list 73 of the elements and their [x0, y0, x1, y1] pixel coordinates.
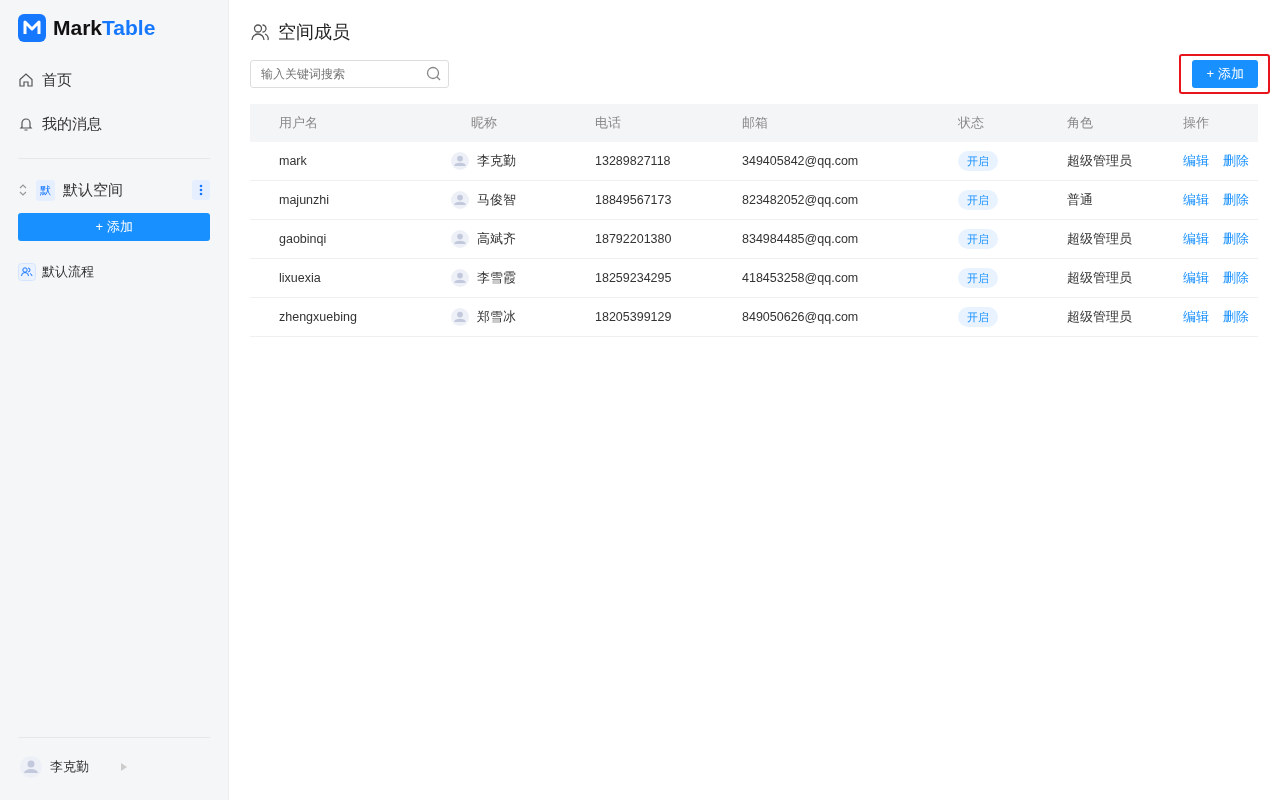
action-link[interactable]: 删除 — [1223, 152, 1249, 170]
users-icon — [250, 22, 270, 42]
table-cell: 超级管理员 — [1066, 258, 1182, 298]
column-header: 邮箱 — [741, 104, 957, 142]
action-link[interactable]: 删除 — [1223, 308, 1249, 326]
users-icon — [18, 263, 36, 281]
avatar-icon — [451, 308, 469, 326]
table-cell: 849050626@qq.com — [741, 297, 957, 337]
add-button[interactable]: + 添加 — [1192, 60, 1258, 88]
avatar-icon — [451, 191, 469, 209]
space-badge: 默 — [36, 179, 55, 201]
status-tag: 开启 — [958, 267, 998, 288]
action-link[interactable]: 编辑 — [1183, 269, 1209, 287]
status-tag: 开启 — [958, 189, 998, 210]
table-cell: 18205399129 — [594, 297, 741, 337]
table-cell: mark — [250, 142, 422, 181]
user-name[interactable]: 李克勤 — [50, 758, 89, 776]
table-cell: majunzhi — [250, 180, 422, 220]
expand-icon[interactable] — [18, 183, 28, 197]
table-cell: zhengxuebing — [250, 297, 422, 337]
avatar-icon — [20, 756, 42, 778]
space-name[interactable]: 默认空间 — [63, 180, 184, 200]
add-button[interactable]: + 添加 — [18, 213, 210, 241]
table-cell: 高斌齐 — [477, 230, 516, 248]
action-link[interactable]: 编辑 — [1183, 308, 1209, 326]
table-cell: 349405842@qq.com — [741, 142, 957, 181]
action-link[interactable]: 编辑 — [1183, 152, 1209, 170]
avatar-icon — [451, 230, 469, 248]
table-cell: 823482052@qq.com — [741, 180, 957, 220]
table-cell: 18259234295 — [594, 258, 741, 298]
avatar-icon — [451, 269, 469, 287]
column-header: 操作 — [1182, 104, 1258, 142]
table-cell: 18849567173 — [594, 180, 741, 220]
table-cell: 普通 — [1066, 180, 1182, 220]
search-icon[interactable] — [426, 66, 442, 82]
nav-item[interactable]: 我的消息 — [18, 102, 210, 146]
bell-icon — [18, 116, 34, 132]
logo-icon — [18, 14, 46, 42]
status-tag: 开启 — [958, 150, 998, 171]
action-link[interactable]: 删除 — [1223, 230, 1249, 248]
action-link[interactable]: 删除 — [1223, 191, 1249, 209]
workflow-item[interactable]: 默认流程 — [18, 263, 210, 281]
table-cell: 郑雪冰 — [477, 308, 516, 326]
more-button[interactable] — [192, 180, 210, 200]
action-link[interactable]: 编辑 — [1183, 230, 1209, 248]
search-field[interactable]: 输入关键词搜索 — [250, 60, 449, 88]
table-cell: 13289827118 — [594, 142, 741, 181]
table-cell: 418453258@qq.com — [741, 258, 957, 298]
table-cell: 834984485@qq.com — [741, 219, 957, 259]
action-link[interactable]: 编辑 — [1183, 191, 1209, 209]
table-cell: 超级管理员 — [1066, 142, 1182, 181]
more-icon — [199, 184, 203, 196]
status-tag: 开启 — [958, 228, 998, 249]
column-header: 角色 — [1066, 104, 1182, 142]
column-header: 电话 — [594, 104, 741, 142]
column-header: 用户名 — [250, 104, 422, 142]
avatar-icon — [451, 152, 469, 170]
table-cell: gaobinqi — [250, 219, 422, 259]
app-logo-text: MarkTable — [53, 16, 156, 40]
column-header: 昵称 — [422, 104, 594, 142]
status-tag: 开启 — [958, 306, 998, 327]
table-cell: lixuexia — [250, 258, 422, 298]
table-cell: 李雪霞 — [477, 269, 516, 287]
home-icon — [18, 72, 34, 88]
action-link[interactable]: 删除 — [1223, 269, 1249, 287]
table-cell: 超级管理员 — [1066, 219, 1182, 259]
nav-item[interactable]: 首页 — [18, 58, 210, 102]
table-cell: 李克勤 — [477, 152, 516, 170]
table-cell: 马俊智 — [477, 191, 516, 209]
page-title: 空间成员 — [278, 21, 350, 44]
column-header: 状态 — [957, 104, 1066, 142]
table-cell: 超级管理员 — [1066, 297, 1182, 337]
table-cell: 18792201380 — [594, 219, 741, 259]
